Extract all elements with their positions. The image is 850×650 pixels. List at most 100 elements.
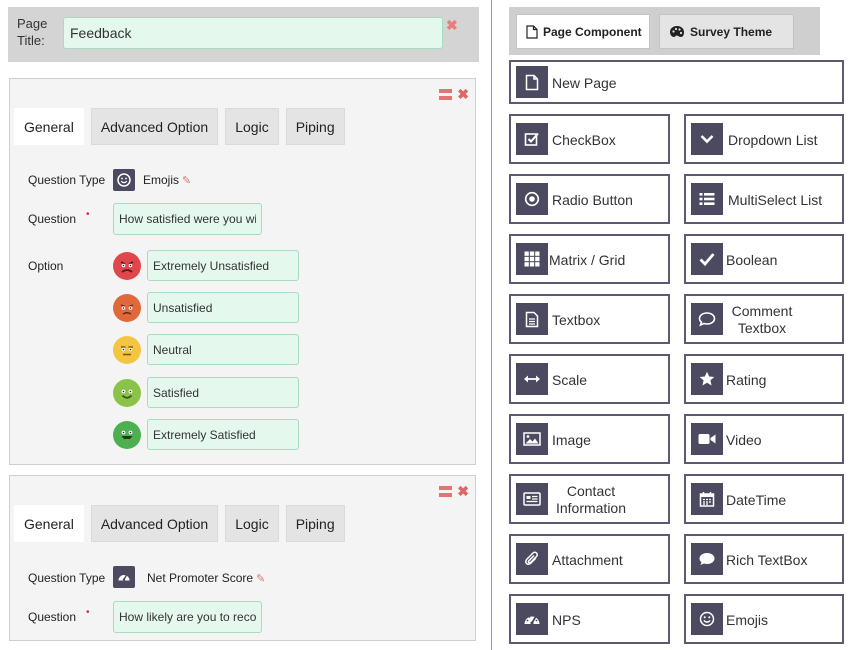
satisfied-emoji-icon — [113, 378, 141, 407]
image-icon — [516, 423, 548, 455]
chevron-down-icon — [691, 123, 723, 155]
tab-page-component-label: Page Component — [543, 24, 642, 39]
comment-icon — [691, 303, 723, 335]
datetime-component[interactable]: DateTime — [684, 474, 844, 524]
page-title-input[interactable] — [63, 17, 443, 49]
rich-textbox-label: Rich TextBox — [726, 552, 808, 568]
comment-textbox-label: Comment Textbox — [731, 303, 793, 336]
radio-icon — [516, 183, 548, 215]
tab-survey-theme-label: Survey Theme — [690, 24, 773, 39]
video-camera-icon — [691, 423, 723, 455]
question-input[interactable] — [113, 601, 262, 633]
page-title-bar: Page Title: ✖ — [8, 7, 479, 62]
question-type-value: Emojis ✎ — [143, 173, 191, 187]
grid-icon — [516, 243, 548, 275]
nps-label: NPS — [552, 612, 581, 628]
delete-page-icon[interactable]: ✖ — [446, 18, 458, 32]
scale-label: Scale — [552, 372, 588, 388]
speech-bubble-icon — [691, 543, 723, 575]
edit-pencil-icon[interactable]: ✎ — [256, 573, 265, 585]
option-input-1[interactable] — [147, 250, 299, 281]
matrix-grid-component[interactable]: Matrix / Grid — [509, 234, 670, 284]
question-type-text: Emojis — [143, 173, 180, 187]
attachment-label: Attachment — [552, 552, 623, 568]
tab-piping[interactable]: Piping — [285, 108, 345, 145]
tab-general[interactable]: General — [14, 505, 84, 542]
tab-advanced-option[interactable]: Advanced Option — [90, 108, 219, 145]
neutral-emoji-icon — [113, 335, 141, 364]
textbox-label: Textbox — [552, 312, 601, 328]
question-type-label: Question Type — [28, 571, 106, 585]
contact-information-component[interactable]: Contact Information — [509, 474, 670, 524]
image-label: Image — [552, 432, 591, 448]
multiselect-list-component[interactable]: MultiSelect List — [684, 174, 844, 224]
attachment-component[interactable]: Attachment — [509, 534, 670, 584]
boolean-component[interactable]: Boolean — [684, 234, 844, 284]
question-input[interactable] — [113, 203, 262, 235]
comment-textbox-component[interactable]: Comment Textbox — [684, 294, 844, 344]
option-row — [113, 419, 299, 450]
textbox-component[interactable]: Textbox — [509, 294, 670, 344]
smile-icon — [691, 603, 723, 635]
tab-advanced-option[interactable]: Advanced Option — [90, 505, 219, 542]
extremely-unsatisfied-emoji-icon — [113, 251, 141, 280]
required-marker: • — [86, 209, 90, 220]
close-icon[interactable]: ✖ — [457, 484, 469, 498]
scale-component[interactable]: Scale — [509, 354, 670, 404]
option-input-2[interactable] — [147, 292, 299, 323]
dropdown-list-component[interactable]: Dropdown List — [684, 114, 844, 164]
option-input-4[interactable] — [147, 377, 299, 408]
question-label: Question — [28, 610, 77, 624]
new-page-label: New Page — [552, 75, 617, 91]
check-icon — [691, 243, 723, 275]
tab-survey-theme[interactable]: Survey Theme — [659, 14, 794, 49]
component-tabs: Page Component Survey Theme — [509, 7, 820, 55]
rich-textbox-component[interactable]: Rich TextBox — [684, 534, 844, 584]
option-label: Option — [28, 259, 64, 273]
option-row — [113, 292, 299, 323]
panel-divider — [491, 0, 492, 650]
file-icon — [526, 24, 538, 39]
document-text-icon — [516, 303, 548, 335]
emojis-component[interactable]: Emojis — [684, 594, 844, 644]
checkbox-component[interactable]: CheckBox — [509, 114, 670, 164]
file-icon — [516, 66, 548, 98]
nps-component[interactable]: NPS — [509, 594, 670, 644]
question-label: Question — [28, 212, 77, 226]
tab-general[interactable]: General — [14, 108, 84, 145]
option-row — [113, 250, 299, 281]
tab-logic[interactable]: Logic — [225, 505, 279, 542]
gauge-icon — [113, 566, 135, 588]
edit-pencil-icon[interactable]: ✎ — [182, 175, 191, 187]
video-component[interactable]: Video — [684, 414, 844, 464]
emoji-smile-icon — [113, 169, 135, 191]
collapse-icon[interactable] — [439, 485, 453, 497]
rating-component[interactable]: Rating — [684, 354, 844, 404]
collapse-icon[interactable] — [439, 88, 453, 100]
question-tabs: General Advanced Option Logic Piping — [14, 108, 345, 145]
palette-icon — [670, 26, 684, 37]
extremely-satisfied-emoji-icon — [113, 420, 141, 449]
matrix-grid-label: Matrix / Grid — [549, 252, 626, 268]
image-component[interactable]: Image — [509, 414, 670, 464]
radio-button-label: Radio Button — [552, 192, 633, 208]
radio-button-component[interactable]: Radio Button — [509, 174, 670, 224]
new-page-button[interactable]: New Page — [509, 60, 844, 104]
video-label: Video — [726, 432, 762, 448]
option-input-3[interactable] — [147, 334, 299, 365]
page-title-label: Page Title: — [17, 16, 48, 48]
checkbox-icon — [516, 123, 548, 155]
tab-piping[interactable]: Piping — [285, 505, 345, 542]
emojis-label: Emojis — [726, 612, 769, 628]
question-box-emojis: ✖ General Advanced Option Logic Piping Q… — [9, 78, 476, 465]
calendar-icon — [691, 483, 723, 515]
list-icon — [691, 183, 723, 215]
question-box-actions: ✖ — [439, 484, 469, 498]
close-icon[interactable]: ✖ — [457, 87, 469, 101]
contact-card-icon — [516, 483, 548, 515]
dropdown-list-label: Dropdown List — [728, 132, 818, 148]
option-input-5[interactable] — [147, 419, 299, 450]
question-type-text: Net Promoter Score — [147, 571, 254, 585]
tab-page-component[interactable]: Page Component — [516, 14, 650, 49]
tab-logic[interactable]: Logic — [225, 108, 279, 145]
